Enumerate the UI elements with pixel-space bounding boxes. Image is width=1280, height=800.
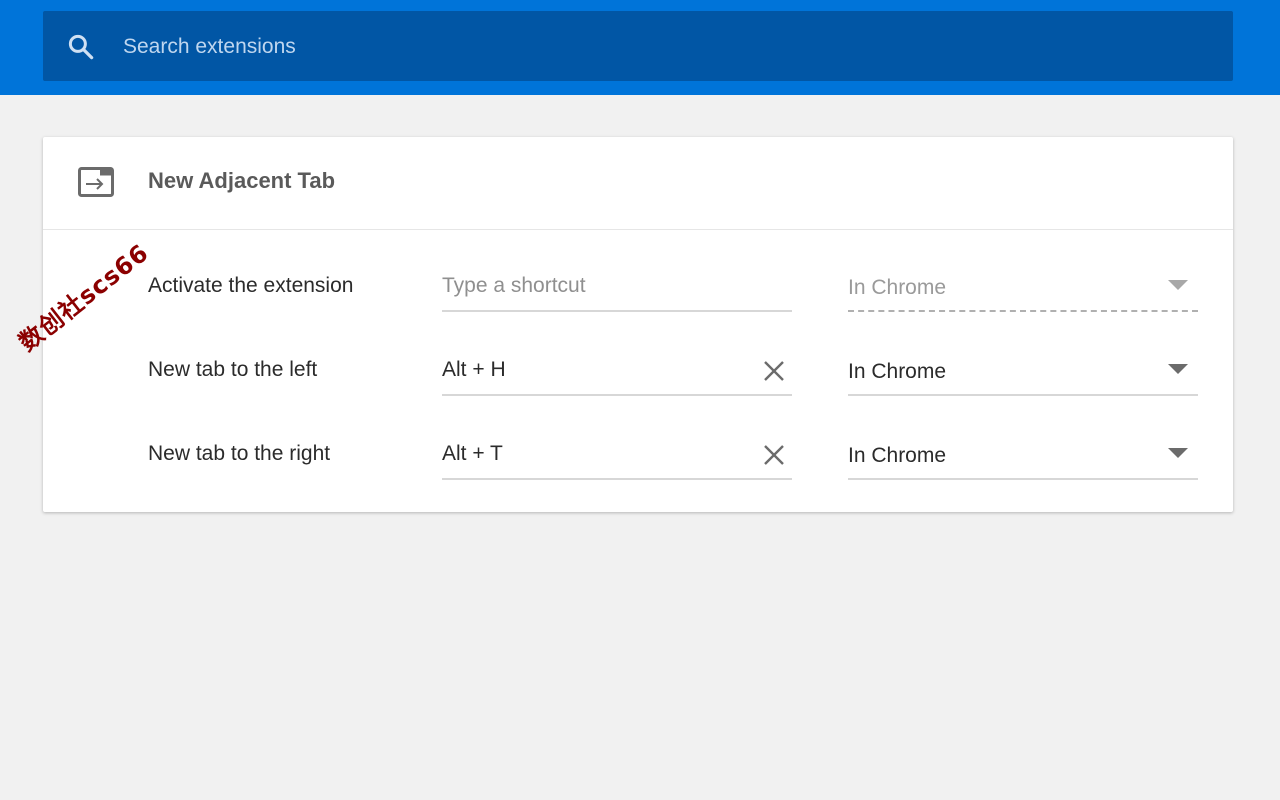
scope-value: In Chrome xyxy=(848,444,947,467)
scope-select[interactable]: In Chrome xyxy=(848,350,1198,396)
extension-title: New Adjacent Tab xyxy=(148,168,336,193)
shortcut-input[interactable]: Alt + T xyxy=(442,434,792,480)
scope-value: In Chrome xyxy=(848,276,947,299)
shortcut-row-left: New tab to the left Alt + H In Chrome xyxy=(43,344,1233,404)
extension-card: New Adjacent Tab Activate the extension … xyxy=(43,137,1233,512)
open-in-new-tab-icon xyxy=(78,167,114,197)
shortcut-placeholder: Type a shortcut xyxy=(442,274,586,297)
chevron-down-icon xyxy=(1168,280,1188,290)
shortcut-value: Alt + T xyxy=(442,442,503,465)
extension-header: New Adjacent Tab xyxy=(43,137,1233,230)
shortcut-label: Activate the extension xyxy=(148,274,354,297)
chevron-down-icon xyxy=(1168,448,1188,458)
close-icon[interactable] xyxy=(762,443,786,467)
shortcut-input[interactable]: Type a shortcut xyxy=(442,266,792,312)
shortcut-row-activate: Activate the extension Type a shortcut I… xyxy=(43,260,1233,320)
search-input[interactable] xyxy=(123,28,1203,66)
shortcut-input[interactable]: Alt + H xyxy=(442,350,792,396)
chevron-down-icon xyxy=(1168,364,1188,374)
scope-select[interactable]: In Chrome xyxy=(848,434,1198,480)
search-icon xyxy=(68,34,94,60)
scope-select: In Chrome xyxy=(848,266,1198,312)
close-icon[interactable] xyxy=(762,359,786,383)
shortcut-row-right: New tab to the right Alt + T In Chrome xyxy=(43,428,1233,488)
toolbar xyxy=(0,0,1280,95)
shortcut-label: New tab to the right xyxy=(148,442,331,465)
scope-value: In Chrome xyxy=(848,360,947,383)
shortcut-label: New tab to the left xyxy=(148,358,318,381)
shortcut-value: Alt + H xyxy=(442,358,506,381)
